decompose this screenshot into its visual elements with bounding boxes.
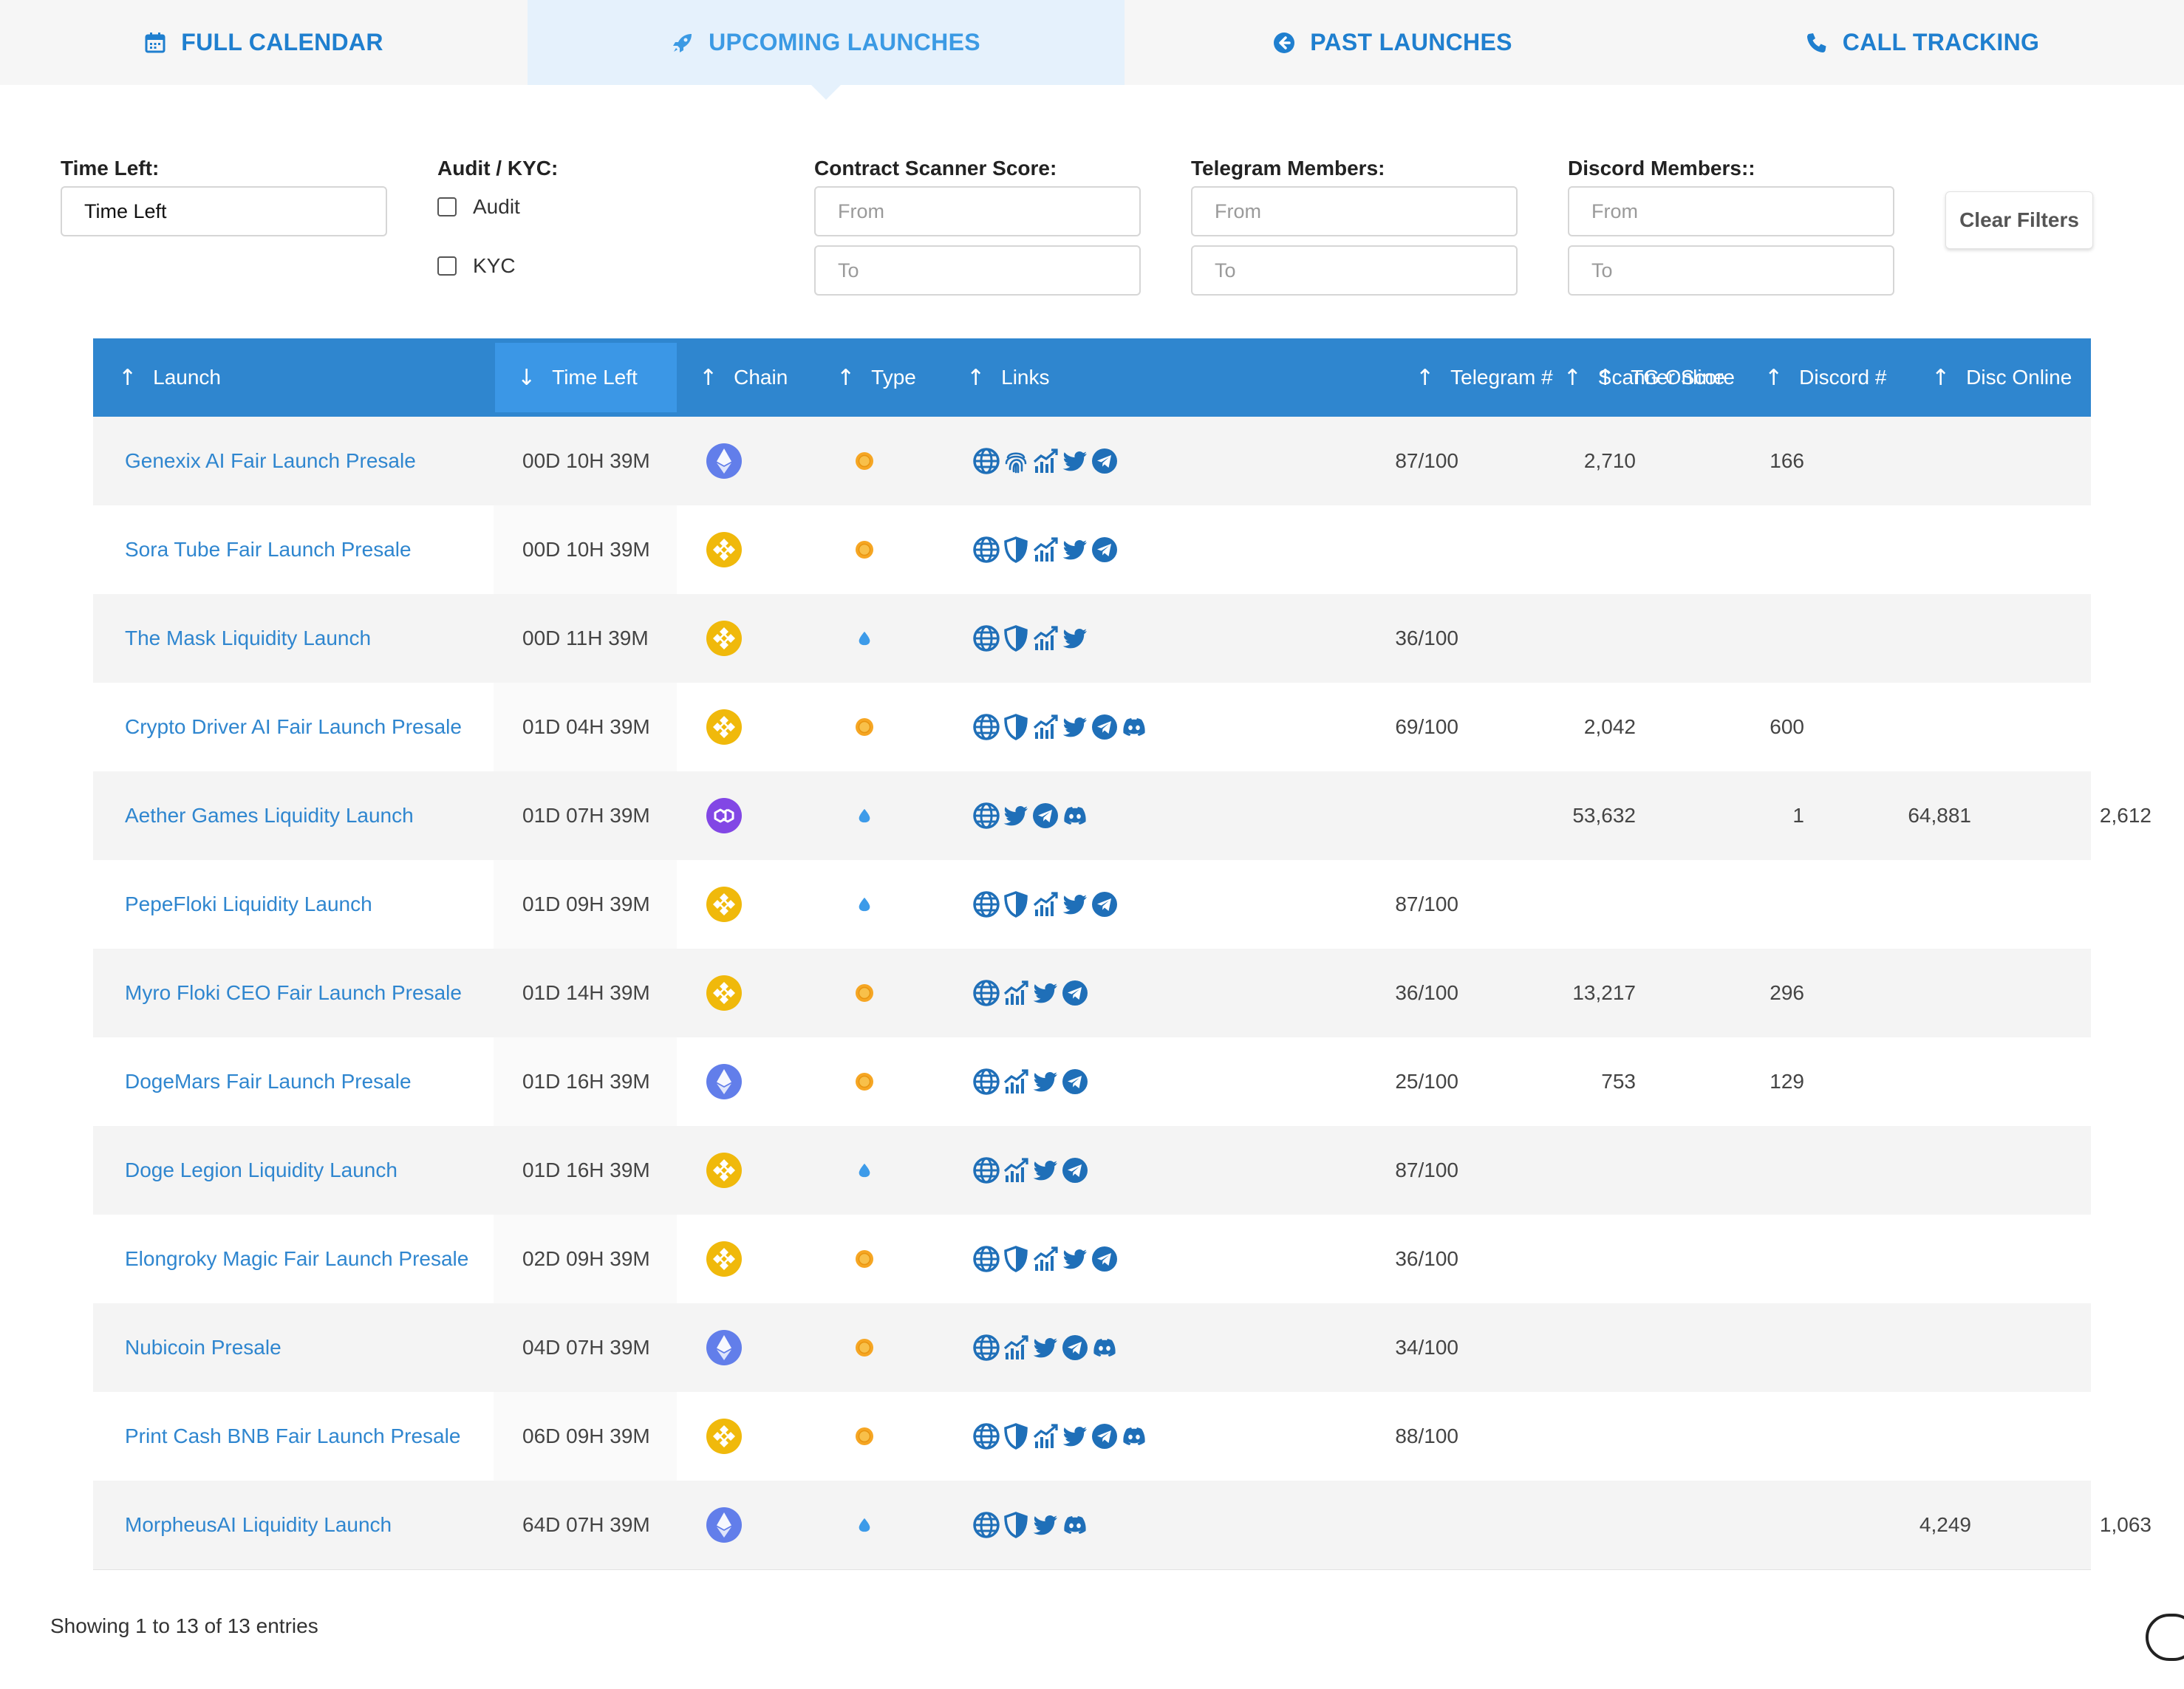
- calendar-icon: [144, 32, 166, 54]
- discord-online-cell: [93, 1392, 2151, 1481]
- phone-icon: [1806, 32, 1828, 54]
- scanner-score-from-input[interactable]: [814, 186, 1141, 236]
- sort-asc-icon: ↑: [118, 364, 137, 391]
- chat-widget-button[interactable]: [2146, 1614, 2184, 1661]
- discord-online-cell: [93, 860, 2151, 949]
- column-header-launch[interactable]: ↑ Launch: [93, 338, 494, 417]
- discord-online-cell: 1,063: [2099, 1513, 2151, 1536]
- rocket-icon: [672, 32, 694, 54]
- table-row: The Mask Liquidity Launch 00D 11H 39M 36/1…: [93, 594, 2091, 683]
- time-left-filter-label: Time Left:: [61, 157, 160, 180]
- column-header-tg-online[interactable]: ↑ TG Online: [1596, 338, 1788, 417]
- discord-online-cell: [93, 1215, 2151, 1303]
- discord-online-cell: [93, 1037, 2151, 1126]
- table-row: Sora Tube Fair Launch Presale 00D 10H 39M: [93, 505, 2091, 594]
- sort-asc-icon: ↑: [1596, 364, 1615, 391]
- audit-checkbox-label: Audit: [473, 195, 520, 218]
- discord-members-from-input[interactable]: [1568, 186, 1894, 236]
- scanner-score-filter-label: Contract Scanner Score:: [814, 157, 1057, 180]
- tab-label: FULL CALENDAR: [181, 29, 383, 55]
- discord-online-cell: [93, 1303, 2151, 1392]
- discord-online-cell: [93, 505, 2151, 594]
- column-title: Time Left: [552, 366, 638, 389]
- discord-online-cell: [93, 417, 2151, 505]
- column-header-time-left[interactable]: ↓ Time Left: [495, 343, 677, 412]
- tab-label: PAST LAUNCHES: [1310, 29, 1512, 55]
- discord-online-cell: 2,612: [2099, 804, 2151, 827]
- table-header: ↑ Launch ↓ Time Left ↑ Chain ↑ Type ↑ Links ↑…: [93, 338, 2091, 417]
- table-row: Myro Floki CEO Fair Launch Presale 01D 14…: [93, 949, 2091, 1037]
- column-title: Discord #: [1799, 366, 1887, 389]
- table-row: Crypto Driver AI Fair Launch Presale 01D …: [93, 683, 2091, 771]
- table-row: Elongroky Magic Fair Launch Presale 02D 0…: [93, 1215, 2091, 1303]
- table-row: DogeMars Fair Launch Presale 01D 16H 39M 2…: [93, 1037, 2091, 1126]
- table-row: Genexix AI Fair Launch Presale 00D 10H 39…: [93, 417, 2091, 505]
- column-title: Type: [871, 366, 916, 389]
- table-row: Doge Legion Liquidity Launch 01D 16H 39M 8…: [93, 1126, 2091, 1215]
- discord-online-cell: [93, 683, 2151, 771]
- telegram-members-to-input[interactable]: [1191, 245, 1518, 296]
- tab-upcoming-launches[interactable]: UPCOMING LAUNCHES: [528, 0, 1125, 85]
- scanner-score-to-input[interactable]: [814, 245, 1141, 296]
- tab-past-launches[interactable]: PAST LAUNCHES: [1125, 0, 1661, 85]
- sort-asc-icon: ↑: [1764, 364, 1784, 391]
- table-row: MorpheusAI Liquidity Launch 64D 07H 39M 4,…: [93, 1481, 2151, 1569]
- audit-kyc-filter-label: Audit / KYC:: [437, 157, 559, 180]
- clear-filters-button[interactable]: Clear Filters: [1945, 191, 2093, 249]
- table-row: Nubicoin Presale 04D 07H 39M 34/100: [93, 1303, 2091, 1392]
- sort-asc-icon: ↑: [699, 364, 718, 391]
- kyc-checkbox[interactable]: [437, 256, 457, 276]
- table-row: Print Cash BNB Fair Launch Presale 06D 09…: [93, 1392, 2091, 1481]
- column-header-discord[interactable]: ↑ Discord #: [1764, 338, 1927, 417]
- kyc-checkbox-label: KYC: [473, 254, 516, 277]
- discord-online-cell: [93, 594, 2151, 683]
- column-title: Disc Online: [1966, 366, 2072, 389]
- arrow-circle-left-icon: [1273, 32, 1295, 54]
- discord-online-cell: [93, 1126, 2151, 1215]
- column-header-chain[interactable]: ↑ Chain: [699, 338, 825, 417]
- column-title: Launch: [153, 366, 222, 389]
- tab-bar: FULL CALENDAR UPCOMING LAUNCHES PAST LAU…: [0, 0, 2184, 85]
- audit-option[interactable]: Audit: [437, 195, 520, 219]
- tab-full-calendar[interactable]: FULL CALENDAR: [0, 0, 528, 85]
- column-header-disc-online[interactable]: ↑ Disc Online: [1931, 338, 2091, 417]
- tab-call-tracking[interactable]: CALL TRACKING: [1661, 0, 2184, 85]
- sort-desc-icon: ↓: [517, 364, 536, 391]
- column-title: TG Online: [1631, 366, 1725, 389]
- column-header-type[interactable]: ↑ Type: [836, 338, 947, 417]
- discord-members-filter-label: Discord Members::: [1568, 157, 1755, 180]
- audit-checkbox[interactable]: [437, 197, 457, 216]
- column-title: Chain: [734, 366, 788, 389]
- telegram-members-filter-label: Telegram Members:: [1191, 157, 1385, 180]
- active-tab-indicator: [811, 85, 841, 100]
- table-info: Showing 1 to 13 of 13 entries: [50, 1614, 318, 1637]
- sort-asc-icon: ↑: [966, 364, 986, 391]
- kyc-option[interactable]: KYC: [437, 254, 516, 278]
- column-title: Telegram #: [1450, 366, 1553, 389]
- tab-label: CALL TRACKING: [1842, 29, 2040, 55]
- sort-asc-icon: ↑: [1416, 364, 1435, 391]
- table-row: Aether Games Liquidity Launch 01D 07H 39M…: [93, 771, 2151, 860]
- column-title: Links: [1001, 366, 1050, 389]
- time-left-select[interactable]: [61, 186, 387, 236]
- sort-asc-icon: ↑: [1931, 364, 1951, 391]
- table-bottom-border: [93, 1569, 2091, 1570]
- discord-online-cell: [93, 949, 2151, 1037]
- discord-members-to-input[interactable]: [1568, 245, 1894, 296]
- table-row: PepeFloki Liquidity Launch 01D 09H 39M 87/…: [93, 860, 2091, 949]
- tab-label: UPCOMING LAUNCHES: [709, 29, 980, 55]
- telegram-members-from-input[interactable]: [1191, 186, 1518, 236]
- sort-asc-icon: ↑: [836, 364, 856, 391]
- column-header-links[interactable]: ↑ Links: [966, 338, 1114, 417]
